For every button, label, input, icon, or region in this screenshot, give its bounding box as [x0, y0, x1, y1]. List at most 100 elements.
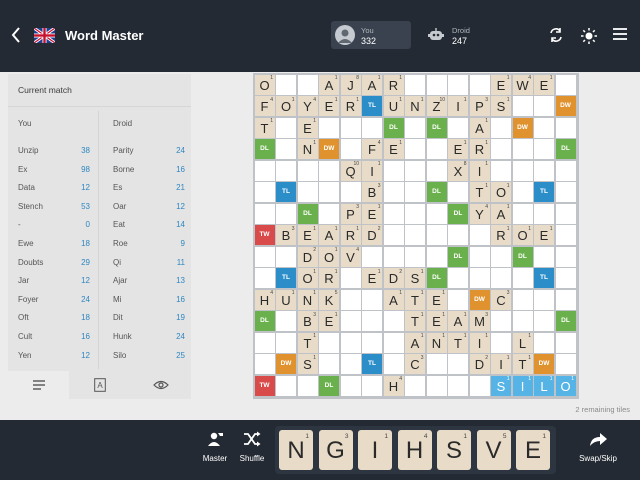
board-tile[interactable]: I1 [469, 332, 490, 353]
premium-square-dl[interactable]: DL [512, 246, 533, 267]
board-cell[interactable] [534, 289, 554, 310]
board-cell[interactable] [555, 182, 576, 202]
board-cell[interactable] [319, 160, 339, 181]
board-cell[interactable] [340, 332, 361, 353]
board-cell[interactable] [297, 160, 318, 181]
board-cell[interactable] [340, 375, 361, 396]
board-cell[interactable] [426, 139, 447, 159]
premium-square-dw[interactable]: DW [555, 96, 576, 116]
board-cell[interactable] [319, 182, 339, 202]
board-cell[interactable] [555, 354, 576, 374]
board-tile[interactable]: S1 [297, 354, 318, 374]
board-cell[interactable] [448, 74, 468, 95]
premium-square-tl[interactable]: TL [534, 182, 554, 202]
premium-square-dl[interactable]: DL [426, 268, 447, 288]
premium-square-dw[interactable]: DW [469, 289, 490, 310]
premium-square-dl[interactable]: DL [555, 139, 576, 159]
board-cell[interactable] [534, 246, 554, 267]
board-cell[interactable] [405, 182, 425, 202]
rack-tile[interactable]: I1 [358, 430, 392, 470]
board-tile[interactable]: I1 [448, 96, 468, 116]
board-tile[interactable]: O1 [254, 74, 275, 95]
board-cell[interactable] [491, 332, 511, 353]
premium-square-dl[interactable]: DL [254, 311, 275, 331]
board-cell[interactable] [405, 139, 425, 159]
board-cell[interactable] [426, 375, 447, 396]
premium-square-dl[interactable]: DL [555, 311, 576, 331]
board-cell[interactable] [469, 225, 490, 245]
board-tile[interactable]: R1 [383, 74, 404, 95]
board-tile[interactable]: A1 [448, 311, 468, 331]
board-cell[interactable] [254, 246, 275, 267]
back-icon[interactable] [10, 26, 24, 46]
last-move-tile[interactable]: S1 [491, 375, 511, 396]
swap-skip-button[interactable]: Swap/Skip [568, 430, 628, 470]
board-cell[interactable] [319, 117, 339, 138]
board-cell[interactable] [405, 225, 425, 245]
board-cell[interactable] [383, 332, 404, 353]
board-cell[interactable] [426, 74, 447, 95]
board-cell[interactable] [383, 160, 404, 181]
board-cell[interactable] [405, 375, 425, 396]
board-tile[interactable]: T1 [297, 332, 318, 353]
board-cell[interactable] [319, 203, 339, 224]
board-cell[interactable] [555, 74, 576, 95]
board-cell[interactable] [276, 246, 296, 267]
board-cell[interactable] [534, 311, 554, 331]
board-cell[interactable] [426, 246, 447, 267]
premium-square-tl[interactable]: TL [276, 268, 296, 288]
board-cell[interactable] [534, 139, 554, 159]
board-tile[interactable]: N1 [297, 289, 318, 310]
premium-square-dl[interactable]: DL [426, 117, 447, 138]
board-tile[interactable]: O1 [512, 225, 533, 245]
premium-square-dl[interactable]: DL [426, 182, 447, 202]
board-cell[interactable] [512, 289, 533, 310]
board-cell[interactable] [512, 139, 533, 159]
board-cell[interactable] [405, 160, 425, 181]
board-cell[interactable] [254, 160, 275, 181]
board-tile[interactable]: E1 [297, 117, 318, 138]
board-tile[interactable]: R1 [340, 96, 361, 116]
board-tile[interactable]: C3 [405, 354, 425, 374]
board-cell[interactable] [448, 375, 468, 396]
board-tile[interactable]: S1 [491, 96, 511, 116]
board-cell[interactable] [405, 246, 425, 267]
board-tile[interactable]: A1 [319, 225, 339, 245]
board-cell[interactable] [383, 225, 404, 245]
board-cell[interactable] [254, 182, 275, 202]
board-cell[interactable] [383, 354, 404, 374]
board-tile[interactable]: E1 [426, 289, 447, 310]
board-cell[interactable] [534, 160, 554, 181]
rack-tile[interactable]: H4 [397, 430, 432, 470]
board-cell[interactable] [340, 354, 361, 374]
premium-square-tw[interactable]: TW [254, 225, 275, 245]
premium-square-dw[interactable]: DW [534, 354, 554, 374]
board-tile[interactable]: T1 [405, 289, 425, 310]
board-tile[interactable]: B3 [276, 225, 296, 245]
board-cell[interactable] [555, 289, 576, 310]
board-tile[interactable]: Q 10 [340, 160, 361, 181]
last-move-tile[interactable]: O1 [555, 375, 576, 396]
board-tile[interactable]: O1 [319, 246, 339, 267]
board-tile[interactable]: Y4 [469, 203, 490, 224]
board-tile[interactable]: R1 [340, 225, 361, 245]
board-cell[interactable] [362, 117, 382, 138]
board-cell[interactable] [534, 203, 554, 224]
board-tile[interactable]: E1 [362, 268, 382, 288]
board-cell[interactable] [297, 182, 318, 202]
board-cell[interactable] [319, 332, 339, 353]
board-tile[interactable]: D2 [297, 246, 318, 267]
board-tile[interactable]: N1 [405, 96, 425, 116]
premium-square-dw[interactable]: DW [276, 354, 296, 374]
board-cell[interactable] [405, 74, 425, 95]
board-tile[interactable]: H4 [254, 289, 275, 310]
board-cell[interactable] [555, 117, 576, 138]
board-cell[interactable] [297, 74, 318, 95]
board-tile[interactable]: D2 [362, 225, 382, 245]
rack-tile[interactable]: E1 [516, 430, 550, 470]
board-cell[interactable] [555, 160, 576, 181]
board-cell[interactable] [362, 289, 382, 310]
board-tile[interactable]: E1 [383, 139, 404, 159]
board-cell[interactable] [297, 375, 318, 396]
board-tile[interactable]: Y4 [297, 96, 318, 116]
